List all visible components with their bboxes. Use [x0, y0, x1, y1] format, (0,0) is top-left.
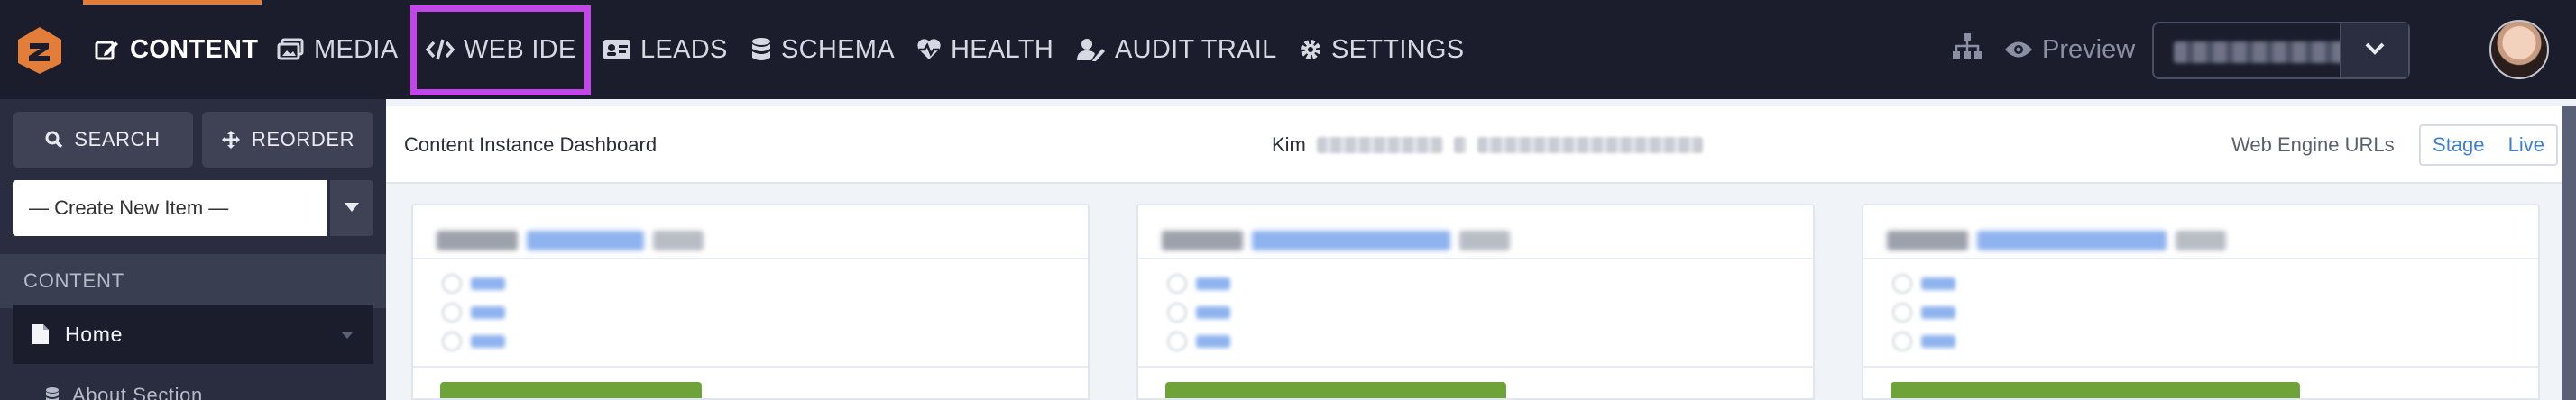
preview-label: Preview — [2042, 34, 2136, 64]
search-button-label: SEARCH — [74, 128, 161, 150]
gear-icon — [1299, 35, 1322, 64]
card-title-blurred — [1887, 231, 2235, 254]
database-icon — [750, 35, 772, 64]
nav-content[interactable]: CONTENT — [92, 0, 258, 99]
dashboard-header: Content Instance Dashboard Kim Web Engin… — [386, 106, 2562, 184]
stage-link[interactable]: Stage — [2433, 133, 2485, 157]
web-engine-url-buttons: Stage Live — [2419, 124, 2558, 166]
tree-item-about-section[interactable]: About Section — [45, 384, 203, 400]
database-icon — [45, 386, 60, 400]
web-engine-urls-label: Web Engine URLs — [2231, 133, 2395, 156]
edit-icon — [92, 35, 121, 64]
sidebar: SEARCH REORDER — Create New Item — CONTE… — [0, 99, 386, 400]
card-title-blurred — [437, 231, 713, 254]
content-section-header: CONTENT — [0, 254, 386, 308]
images-icon — [276, 35, 305, 64]
search-button[interactable]: SEARCH — [13, 112, 193, 168]
tree-item-about-section-label: About Section — [72, 384, 203, 400]
tree-item-home-label: Home — [65, 322, 124, 346]
reorder-button-label: REORDER — [251, 128, 355, 150]
sitemap-button[interactable] — [1952, 0, 1983, 99]
id-card-icon — [603, 35, 631, 64]
content-section-label: CONTENT — [23, 269, 124, 292]
card-link-row[interactable] — [1892, 303, 1955, 323]
card-link-row[interactable] — [1167, 303, 1230, 323]
nav-content-label: CONTENT — [130, 34, 259, 64]
file-icon — [32, 324, 49, 344]
dashboard-card — [1136, 204, 1815, 400]
card-link-row[interactable] — [442, 274, 505, 294]
instance-selector-toggle[interactable] — [2340, 23, 2408, 77]
instance-selector[interactable] — [2152, 22, 2410, 79]
dashboard-card — [1862, 204, 2540, 400]
app-logo[interactable] — [14, 25, 65, 76]
preview-button[interactable]: Preview — [2004, 0, 2135, 99]
nav-audit-trail-label: AUDIT TRAIL — [1115, 34, 1277, 64]
card-link-row[interactable] — [1167, 332, 1230, 351]
card-title-blurred — [1162, 231, 1519, 254]
user-first-name: Kim — [1272, 133, 1306, 156]
card-link-row[interactable] — [1892, 274, 1955, 294]
user-avatar[interactable] — [2489, 20, 2549, 79]
user-edit-icon — [1077, 35, 1106, 64]
caret-down-icon — [345, 200, 359, 216]
reorder-button[interactable]: REORDER — [202, 112, 373, 168]
caret-down-icon[interactable] — [341, 332, 354, 339]
sitemap-icon — [1952, 32, 1983, 67]
nav-schema[interactable]: SCHEMA — [750, 0, 895, 99]
user-name: Kim — [1272, 133, 1703, 157]
create-item-dropdown-toggle[interactable] — [330, 180, 373, 236]
user-email-blurred — [1477, 137, 1703, 153]
chevron-down-icon — [2365, 42, 2385, 59]
heartbeat-icon — [916, 35, 942, 64]
card-action-button[interactable] — [1165, 382, 1506, 398]
user-separator-blurred — [1453, 137, 1467, 153]
user-last-name-blurred — [1316, 137, 1443, 153]
nav-leads[interactable]: LEADS — [603, 0, 728, 99]
main-content: Content Instance Dashboard Kim Web Engin… — [386, 99, 2576, 400]
card-link-row[interactable] — [1167, 274, 1230, 294]
nav-media-label: MEDIA — [314, 34, 399, 64]
nav-settings-label: SETTINGS — [1331, 34, 1465, 64]
create-new-item-label: — Create New Item — — [29, 196, 229, 219]
page-title: Content Instance Dashboard — [404, 133, 658, 156]
card-action-button[interactable] — [440, 382, 702, 398]
arrows-move-icon — [221, 130, 241, 150]
card-action-button[interactable] — [1891, 382, 2300, 398]
create-new-item-select[interactable]: — Create New Item — — [13, 180, 327, 236]
card-link-row[interactable] — [1892, 332, 1955, 351]
top-navigation-bar: CONTENT MEDIA WEB IDE LEADS SCHEMA HEALT… — [0, 0, 2576, 99]
tree-item-home[interactable]: Home — [13, 305, 373, 364]
scrollbar[interactable] — [2562, 106, 2576, 400]
web-ide-highlight-box — [410, 5, 591, 95]
nav-health[interactable]: HEALTH — [916, 0, 1053, 99]
nav-schema-label: SCHEMA — [781, 34, 895, 64]
nav-settings[interactable]: SETTINGS — [1299, 0, 1464, 99]
nav-leads-label: LEADS — [640, 34, 728, 64]
eye-icon — [2004, 40, 2033, 59]
nav-audit-trail[interactable]: AUDIT TRAIL — [1077, 0, 1277, 99]
nav-health-label: HEALTH — [951, 34, 1054, 64]
live-link[interactable]: Live — [2508, 133, 2544, 157]
dashboard-card — [411, 204, 1090, 400]
nav-media[interactable]: MEDIA — [276, 0, 398, 99]
card-link-row[interactable] — [442, 332, 505, 351]
search-icon — [45, 131, 63, 149]
card-link-row[interactable] — [442, 303, 505, 323]
